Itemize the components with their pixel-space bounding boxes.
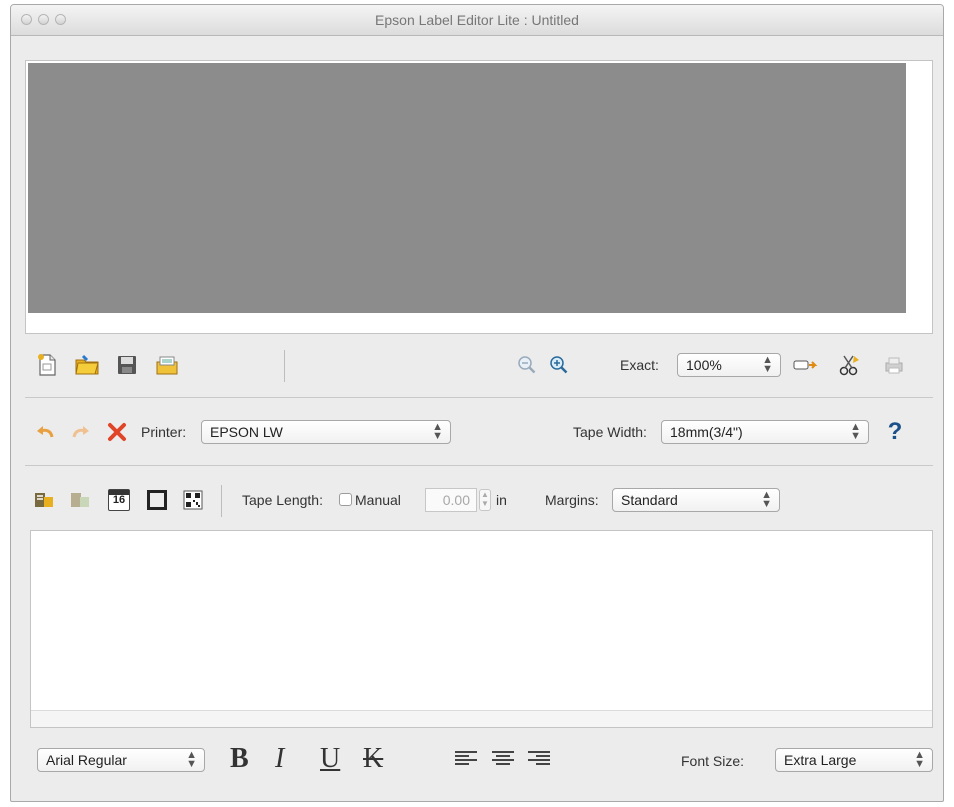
- title-bar: Epson Label Editor Lite : Untitled: [11, 5, 943, 36]
- font-family-select[interactable]: Arial Regular ▲ ▼: [37, 748, 205, 772]
- label-text-editor[interactable]: [30, 530, 933, 728]
- zoom-select[interactable]: 100% ▲ ▼: [677, 353, 781, 377]
- italic-button[interactable]: I: [275, 743, 284, 775]
- tape-length-stepper[interactable]: ▲ ▼: [479, 489, 491, 511]
- tape-length-label: Tape Length:: [242, 492, 323, 508]
- insert-symbol-icon[interactable]: [31, 486, 59, 514]
- save-icon[interactable]: [113, 351, 141, 379]
- tape-width-label: Tape Width:: [573, 424, 647, 440]
- zoom-mode-label: Exact:: [620, 357, 659, 373]
- popup-arrows-icon: ▲ ▼: [761, 489, 772, 510]
- printer-select[interactable]: EPSON LW ▲ ▼: [201, 420, 451, 444]
- font-size-select[interactable]: Extra Large ▲ ▼: [775, 748, 933, 772]
- insert-toolbar: 16 Tape Length: Manual 0.00 ▲ ▼ in Margin…: [25, 480, 933, 520]
- bold-button[interactable]: B: [230, 743, 249, 775]
- printer-toolbar: Printer: EPSON LW ▲ ▼ Tape Width: 18mm(3/…: [25, 412, 933, 452]
- margins-label: Margins:: [545, 492, 599, 508]
- tape-width-value: 18mm(3/4"): [670, 424, 743, 440]
- zoom-in-icon[interactable]: [545, 351, 573, 379]
- zoom-value: 100%: [686, 357, 722, 373]
- font-size-label: Font Size:: [681, 753, 745, 769]
- window-title: Epson Label Editor Lite : Untitled: [375, 12, 579, 28]
- font-size-value: Extra Large: [784, 752, 857, 768]
- redo-icon[interactable]: [67, 418, 95, 446]
- zoom-out-icon[interactable]: [513, 351, 541, 379]
- align-center-icon[interactable]: [492, 751, 514, 769]
- undo-icon[interactable]: [31, 418, 59, 446]
- popup-arrows-icon: ▲ ▼: [186, 749, 197, 770]
- tape-width-select[interactable]: 18mm(3/4") ▲ ▼: [661, 420, 869, 444]
- length-unit-label: in: [496, 492, 507, 508]
- main-toolbar: Exact: 100% ▲ ▼: [25, 345, 933, 385]
- insert-frame-symbol-icon[interactable]: [67, 486, 95, 514]
- tape-length-field[interactable]: 0.00: [425, 488, 477, 512]
- underline-button[interactable]: U: [320, 743, 340, 775]
- label-preview-area[interactable]: [25, 60, 933, 334]
- print-icon[interactable]: [880, 351, 908, 379]
- barcode-icon[interactable]: [179, 486, 207, 514]
- toolbar-separator: [221, 485, 222, 517]
- toolbar-divider: [25, 465, 933, 466]
- calendar-icon[interactable]: 16: [105, 486, 133, 514]
- cut-settings-icon[interactable]: [835, 351, 863, 379]
- label-preview-canvas: [28, 63, 906, 313]
- import-icon[interactable]: [153, 351, 181, 379]
- horizontal-scrollbar[interactable]: [31, 710, 932, 727]
- calendar-number: 16: [112, 494, 126, 506]
- margins-select[interactable]: Standard ▲ ▼: [612, 488, 780, 512]
- format-bar: Arial Regular ▲ ▼ B I U K Font Size: Extr…: [25, 743, 933, 777]
- font-family-value: Arial Regular: [46, 752, 127, 768]
- toolbar-separator: [284, 350, 285, 382]
- new-document-icon[interactable]: [33, 351, 61, 379]
- help-icon[interactable]: ?: [881, 418, 909, 446]
- popup-arrows-icon: ▲ ▼: [914, 749, 925, 770]
- strikethrough-button[interactable]: K: [363, 743, 383, 775]
- align-right-icon[interactable]: [528, 751, 550, 769]
- printer-label: Printer:: [141, 424, 187, 440]
- frame-icon[interactable]: [143, 486, 171, 514]
- toolbar-divider: [25, 397, 933, 398]
- open-folder-icon[interactable]: [73, 351, 101, 379]
- popup-arrows-icon: ▲ ▼: [432, 421, 443, 442]
- manual-label: Manual: [355, 492, 401, 508]
- printer-value: EPSON LW: [210, 424, 283, 440]
- manual-length-checkbox[interactable]: [339, 493, 352, 506]
- popup-arrows-icon: ▲ ▼: [762, 354, 773, 375]
- continuous-icon[interactable]: [791, 351, 819, 379]
- delete-icon[interactable]: [103, 418, 131, 446]
- margins-value: Standard: [621, 492, 678, 508]
- popup-arrows-icon: ▲ ▼: [850, 421, 861, 442]
- align-left-icon[interactable]: [455, 751, 477, 769]
